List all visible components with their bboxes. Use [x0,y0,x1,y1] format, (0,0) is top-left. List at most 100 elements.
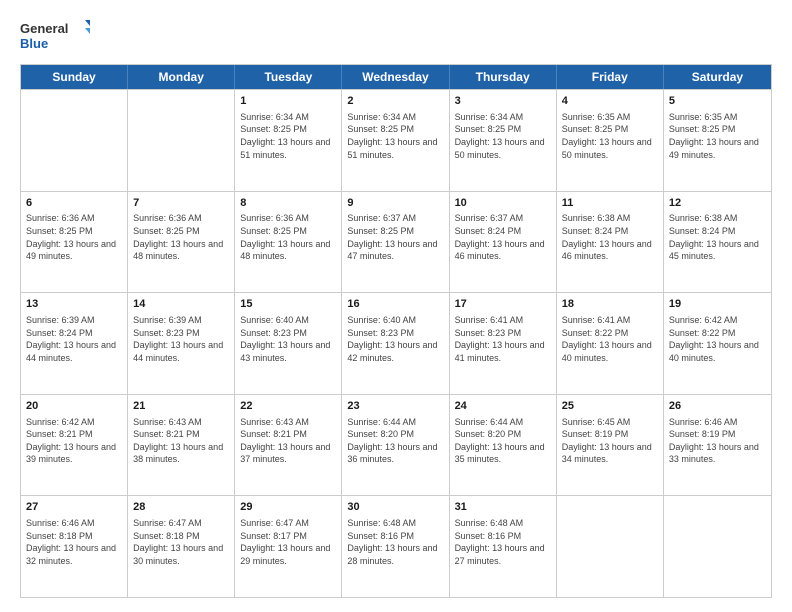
calendar-cell: 11 Sunrise: 6:38 AMSunset: 8:24 PMDaylig… [557,192,664,293]
day-number: 28 [133,500,229,515]
day-number: 30 [347,500,443,515]
calendar-cell: 31 Sunrise: 6:48 AMSunset: 8:16 PMDaylig… [450,496,557,597]
cell-info: Sunrise: 6:34 AMSunset: 8:25 PMDaylight:… [240,112,330,160]
calendar-cell: 8 Sunrise: 6:36 AMSunset: 8:25 PMDayligh… [235,192,342,293]
day-number: 5 [669,94,766,109]
cell-info: Sunrise: 6:39 AMSunset: 8:23 PMDaylight:… [133,315,223,363]
calendar-cell: 5 Sunrise: 6:35 AMSunset: 8:25 PMDayligh… [664,90,771,191]
calendar-cell: 20 Sunrise: 6:42 AMSunset: 8:21 PMDaylig… [21,395,128,496]
calendar-cell: 28 Sunrise: 6:47 AMSunset: 8:18 PMDaylig… [128,496,235,597]
weekday-header: Monday [128,65,235,89]
cell-info: Sunrise: 6:36 AMSunset: 8:25 PMDaylight:… [240,213,330,261]
day-number: 13 [26,297,122,312]
cell-info: Sunrise: 6:38 AMSunset: 8:24 PMDaylight:… [562,213,652,261]
calendar-row: 6 Sunrise: 6:36 AMSunset: 8:25 PMDayligh… [21,191,771,293]
cell-info: Sunrise: 6:45 AMSunset: 8:19 PMDaylight:… [562,417,652,465]
cell-info: Sunrise: 6:37 AMSunset: 8:25 PMDaylight:… [347,213,437,261]
calendar-cell: 10 Sunrise: 6:37 AMSunset: 8:24 PMDaylig… [450,192,557,293]
calendar-row: 20 Sunrise: 6:42 AMSunset: 8:21 PMDaylig… [21,394,771,496]
weekday-header: Saturday [664,65,771,89]
calendar-cell: 1 Sunrise: 6:34 AMSunset: 8:25 PMDayligh… [235,90,342,191]
day-number: 22 [240,399,336,414]
day-number: 16 [347,297,443,312]
day-number: 12 [669,196,766,211]
calendar-cell: 7 Sunrise: 6:36 AMSunset: 8:25 PMDayligh… [128,192,235,293]
calendar-cell: 6 Sunrise: 6:36 AMSunset: 8:25 PMDayligh… [21,192,128,293]
header: General Blue [20,18,772,54]
cell-info: Sunrise: 6:34 AMSunset: 8:25 PMDaylight:… [455,112,545,160]
cell-info: Sunrise: 6:48 AMSunset: 8:16 PMDaylight:… [455,518,545,566]
calendar-cell: 29 Sunrise: 6:47 AMSunset: 8:17 PMDaylig… [235,496,342,597]
cell-info: Sunrise: 6:42 AMSunset: 8:22 PMDaylight:… [669,315,759,363]
cell-info: Sunrise: 6:46 AMSunset: 8:18 PMDaylight:… [26,518,116,566]
calendar-cell: 13 Sunrise: 6:39 AMSunset: 8:24 PMDaylig… [21,293,128,394]
weekday-header: Thursday [450,65,557,89]
day-number: 27 [26,500,122,515]
calendar-cell: 3 Sunrise: 6:34 AMSunset: 8:25 PMDayligh… [450,90,557,191]
calendar-cell: 22 Sunrise: 6:43 AMSunset: 8:21 PMDaylig… [235,395,342,496]
day-number: 19 [669,297,766,312]
calendar-cell: 12 Sunrise: 6:38 AMSunset: 8:24 PMDaylig… [664,192,771,293]
cell-info: Sunrise: 6:48 AMSunset: 8:16 PMDaylight:… [347,518,437,566]
day-number: 6 [26,196,122,211]
logo-svg: General Blue [20,18,90,54]
calendar-cell: 21 Sunrise: 6:43 AMSunset: 8:21 PMDaylig… [128,395,235,496]
day-number: 9 [347,196,443,211]
cell-info: Sunrise: 6:44 AMSunset: 8:20 PMDaylight:… [347,417,437,465]
calendar-cell [664,496,771,597]
calendar-cell: 23 Sunrise: 6:44 AMSunset: 8:20 PMDaylig… [342,395,449,496]
calendar-cell: 9 Sunrise: 6:37 AMSunset: 8:25 PMDayligh… [342,192,449,293]
cell-info: Sunrise: 6:40 AMSunset: 8:23 PMDaylight:… [347,315,437,363]
calendar-cell: 26 Sunrise: 6:46 AMSunset: 8:19 PMDaylig… [664,395,771,496]
cell-info: Sunrise: 6:39 AMSunset: 8:24 PMDaylight:… [26,315,116,363]
cell-info: Sunrise: 6:35 AMSunset: 8:25 PMDaylight:… [669,112,759,160]
svg-text:General: General [20,21,68,36]
day-number: 8 [240,196,336,211]
calendar-cell: 18 Sunrise: 6:41 AMSunset: 8:22 PMDaylig… [557,293,664,394]
day-number: 25 [562,399,658,414]
weekday-header: Tuesday [235,65,342,89]
day-number: 1 [240,94,336,109]
cell-info: Sunrise: 6:35 AMSunset: 8:25 PMDaylight:… [562,112,652,160]
calendar-cell [128,90,235,191]
day-number: 21 [133,399,229,414]
cell-info: Sunrise: 6:37 AMSunset: 8:24 PMDaylight:… [455,213,545,261]
cell-info: Sunrise: 6:41 AMSunset: 8:23 PMDaylight:… [455,315,545,363]
day-number: 4 [562,94,658,109]
day-number: 17 [455,297,551,312]
day-number: 14 [133,297,229,312]
day-number: 29 [240,500,336,515]
day-number: 3 [455,94,551,109]
calendar-row: 1 Sunrise: 6:34 AMSunset: 8:25 PMDayligh… [21,89,771,191]
calendar-cell: 4 Sunrise: 6:35 AMSunset: 8:25 PMDayligh… [557,90,664,191]
logo: General Blue [20,18,90,54]
day-number: 20 [26,399,122,414]
cell-info: Sunrise: 6:44 AMSunset: 8:20 PMDaylight:… [455,417,545,465]
calendar-header: SundayMondayTuesdayWednesdayThursdayFrid… [21,65,771,89]
cell-info: Sunrise: 6:42 AMSunset: 8:21 PMDaylight:… [26,417,116,465]
day-number: 23 [347,399,443,414]
cell-info: Sunrise: 6:34 AMSunset: 8:25 PMDaylight:… [347,112,437,160]
day-number: 26 [669,399,766,414]
day-number: 18 [562,297,658,312]
cell-info: Sunrise: 6:41 AMSunset: 8:22 PMDaylight:… [562,315,652,363]
calendar: SundayMondayTuesdayWednesdayThursdayFrid… [20,64,772,598]
cell-info: Sunrise: 6:47 AMSunset: 8:17 PMDaylight:… [240,518,330,566]
calendar-cell: 27 Sunrise: 6:46 AMSunset: 8:18 PMDaylig… [21,496,128,597]
cell-info: Sunrise: 6:40 AMSunset: 8:23 PMDaylight:… [240,315,330,363]
day-number: 31 [455,500,551,515]
svg-text:Blue: Blue [20,36,48,51]
calendar-cell [557,496,664,597]
day-number: 11 [562,196,658,211]
cell-info: Sunrise: 6:46 AMSunset: 8:19 PMDaylight:… [669,417,759,465]
calendar-cell: 24 Sunrise: 6:44 AMSunset: 8:20 PMDaylig… [450,395,557,496]
cell-info: Sunrise: 6:43 AMSunset: 8:21 PMDaylight:… [240,417,330,465]
cell-info: Sunrise: 6:43 AMSunset: 8:21 PMDaylight:… [133,417,223,465]
calendar-cell: 19 Sunrise: 6:42 AMSunset: 8:22 PMDaylig… [664,293,771,394]
calendar-cell: 2 Sunrise: 6:34 AMSunset: 8:25 PMDayligh… [342,90,449,191]
calendar-cell: 15 Sunrise: 6:40 AMSunset: 8:23 PMDaylig… [235,293,342,394]
calendar-cell: 17 Sunrise: 6:41 AMSunset: 8:23 PMDaylig… [450,293,557,394]
calendar-row: 13 Sunrise: 6:39 AMSunset: 8:24 PMDaylig… [21,292,771,394]
cell-info: Sunrise: 6:36 AMSunset: 8:25 PMDaylight:… [133,213,223,261]
cell-info: Sunrise: 6:47 AMSunset: 8:18 PMDaylight:… [133,518,223,566]
